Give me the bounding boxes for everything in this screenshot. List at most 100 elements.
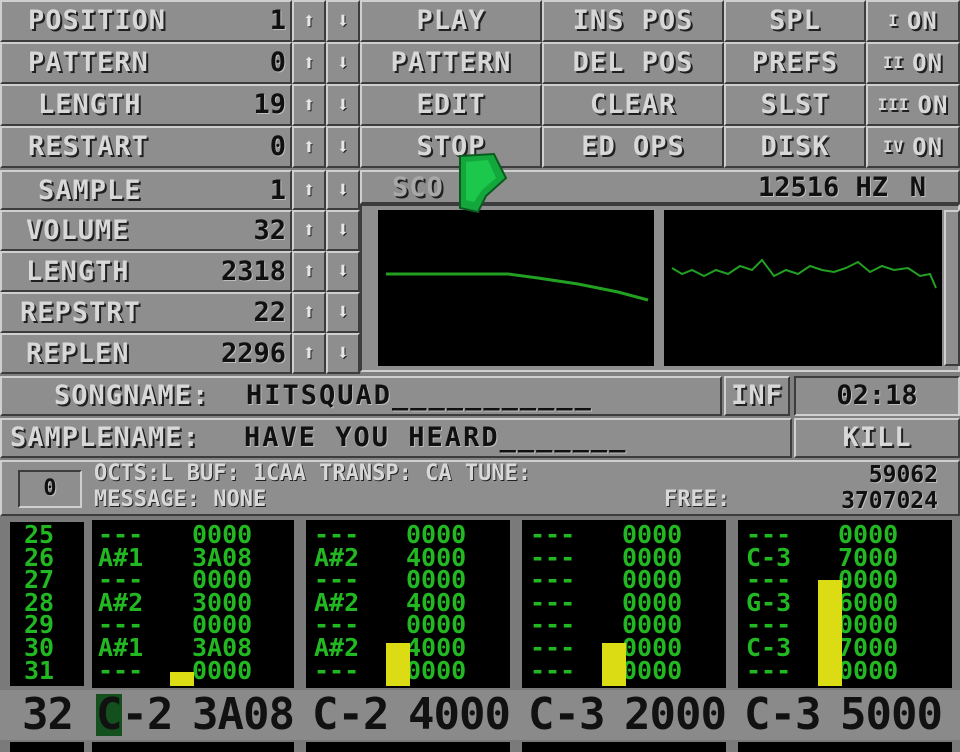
- ed-ops-button[interactable]: ED OPS: [542, 126, 724, 168]
- channel-1-toggle[interactable]: I ON: [866, 0, 960, 42]
- track-2-params: 0000 4000 0000 4000 0000 4000 0000: [406, 520, 467, 685]
- replen-row: REPLEN 2296: [0, 333, 292, 374]
- del-pos-button[interactable]: DEL POS: [542, 42, 724, 84]
- length-up-arrow-icon[interactable]: ⬆: [292, 84, 326, 126]
- status-area: 0 OCTS:L BUF: 1CAA TRANSP: CA TUNE: 5906…: [0, 460, 960, 516]
- repstrt-down-arrow-icon[interactable]: ⬇: [326, 292, 360, 333]
- spl-button[interactable]: SPL: [724, 0, 866, 42]
- sample-length-label: LENGTH: [26, 256, 130, 287]
- samplename-field[interactable]: SAMPLENAME: HAVE YOU HEARD_______: [0, 418, 792, 458]
- row-numbers-column: 25 26 27 28 29 30 31: [10, 522, 84, 686]
- track-1-current-param[interactable]: 3A08: [192, 690, 295, 740]
- position-row: POSITION 1: [0, 0, 292, 42]
- next-row-strip-1: [92, 742, 294, 752]
- next-row-strip-0: [10, 742, 84, 752]
- sample-length-row: LENGTH 2318: [0, 251, 292, 292]
- track-4[interactable]: --- C-3 --- G-3 --- C-3 --- 0000 7000 00…: [738, 520, 952, 688]
- repstrt-row: REPSTRT 22: [0, 292, 292, 333]
- track-2-current-note[interactable]: C-2: [312, 690, 389, 740]
- track-1[interactable]: --- A#1 --- A#2 --- A#1 --- 0000 3A08 00…: [92, 520, 294, 688]
- current-row-number: 32: [22, 689, 74, 740]
- position-value: 1: [269, 5, 286, 36]
- sample-down-arrow-icon[interactable]: ⬇: [326, 170, 360, 210]
- clear-button[interactable]: CLEAR: [542, 84, 724, 126]
- track-4-current-param[interactable]: 5000: [840, 690, 943, 740]
- free-value: 3707024: [841, 488, 938, 514]
- position-down-arrow-icon[interactable]: ⬇: [326, 0, 360, 42]
- repstrt-label: REPSTRT: [20, 297, 141, 328]
- track-3[interactable]: --- --- --- --- --- --- --- 0000 0000 00…: [522, 520, 726, 688]
- free-label: FREE:: [664, 487, 731, 512]
- sample-up-arrow-icon[interactable]: ⬆: [292, 170, 326, 210]
- track-2[interactable]: --- A#2 --- A#2 --- A#2 --- 0000 4000 00…: [306, 520, 510, 688]
- samplename-label: SAMPLENAME:: [10, 422, 200, 453]
- channel-4-toggle[interactable]: IV ON: [866, 126, 960, 168]
- play-time: 02:18: [794, 376, 960, 416]
- pattern-row: PATTERN 0: [0, 42, 292, 84]
- volume-down-arrow-icon[interactable]: ⬇: [326, 210, 360, 251]
- songname-label: SONGNAME:: [54, 380, 210, 411]
- slst-button[interactable]: SLST: [724, 84, 866, 126]
- channel-2-state: ON: [912, 49, 944, 77]
- scope-label: SCO: [392, 172, 444, 203]
- channel-4-state: ON: [912, 133, 944, 161]
- volume-row: VOLUME 32: [0, 210, 292, 251]
- track-2-notes: --- A#2 --- A#2 --- A#2 ---: [314, 520, 360, 685]
- volume-up-arrow-icon[interactable]: ⬆: [292, 210, 326, 251]
- length-down-arrow-icon[interactable]: ⬇: [326, 84, 360, 126]
- message-text: MESSAGE: NONE: [94, 487, 267, 512]
- disk-button[interactable]: DISK: [724, 126, 866, 168]
- kill-button[interactable]: KILL: [794, 418, 960, 458]
- track-3-current-param[interactable]: 2000: [624, 690, 727, 740]
- repstrt-value: 22: [253, 297, 286, 328]
- mouse-pointer-icon: [459, 152, 508, 214]
- length-value: 19: [253, 89, 286, 120]
- track-1-current-note[interactable]: C-2: [96, 690, 173, 740]
- channel-2-number: II: [882, 53, 905, 72]
- status-line-1-text: OCTS:L BUF: 1CAA TRANSP: CA TUNE:: [94, 461, 532, 486]
- channel-2-toggle[interactable]: II ON: [866, 42, 960, 84]
- scope-right-waveform: [671, 258, 937, 289]
- songname-field[interactable]: SONGNAME: HITSQUAD___________: [0, 376, 722, 416]
- next-row-strip-2: [306, 742, 510, 752]
- track-4-current-note[interactable]: C-3: [744, 690, 821, 740]
- sample-value: 1: [269, 175, 286, 206]
- songname-value: HITSQUAD___________: [246, 380, 593, 411]
- play-button[interactable]: PLAY: [360, 0, 542, 42]
- stop-button[interactable]: STOP: [360, 126, 542, 168]
- pattern-button[interactable]: PATTERN: [360, 42, 542, 84]
- track-1-vu-meter: [170, 672, 194, 686]
- song-panel: POSITION 1 ⬆ ⬇ PATTERN 0 ⬆ ⬇ LENGTH 19 ⬆…: [0, 0, 360, 168]
- inf-button[interactable]: INF: [724, 376, 790, 416]
- sample-length-up-arrow-icon[interactable]: ⬆: [292, 251, 326, 292]
- channel-4-number: IV: [882, 137, 905, 156]
- track-1-notes: --- A#1 --- A#2 --- A#1 ---: [98, 520, 144, 685]
- restart-down-arrow-icon[interactable]: ⬇: [326, 126, 360, 168]
- scope-status-bar: SCO 12516 HZ N: [360, 170, 960, 204]
- pattern-up-arrow-icon[interactable]: ⬆: [292, 42, 326, 84]
- edit-button[interactable]: EDIT: [360, 84, 542, 126]
- ins-pos-button[interactable]: INS POS: [542, 0, 724, 42]
- track-3-current-note[interactable]: C-3: [528, 690, 605, 740]
- sample-length-value: 2318: [220, 256, 286, 287]
- sample-length-down-arrow-icon[interactable]: ⬇: [326, 251, 360, 292]
- channel-1-number: I: [888, 11, 899, 30]
- volume-value: 32: [253, 215, 286, 246]
- current-row-bar: 32 C-2 3A08 C-2 4000 C-3 2000 C-3 5000: [0, 690, 960, 740]
- status-line-1: OCTS:L BUF: 1CAA TRANSP: CA TUNE:: [94, 460, 531, 488]
- next-row-strip-4: [738, 742, 952, 752]
- restart-up-arrow-icon[interactable]: ⬆: [292, 126, 326, 168]
- pattern-down-arrow-icon[interactable]: ⬇: [326, 42, 360, 84]
- replen-label: REPLEN: [26, 338, 130, 369]
- length-row: LENGTH 19: [0, 84, 292, 126]
- position-up-arrow-icon[interactable]: ⬆: [292, 0, 326, 42]
- sample-label: SAMPLE: [38, 175, 142, 206]
- replen-up-arrow-icon[interactable]: ⬆: [292, 333, 326, 374]
- scope-channel-left: [378, 210, 654, 366]
- scope-channel-right: [664, 210, 942, 366]
- repstrt-up-arrow-icon[interactable]: ⬆: [292, 292, 326, 333]
- track-2-current-param[interactable]: 4000: [408, 690, 511, 740]
- channel-3-toggle[interactable]: III ON: [866, 84, 960, 126]
- prefs-button[interactable]: PREFS: [724, 42, 866, 84]
- replen-down-arrow-icon[interactable]: ⬇: [326, 333, 360, 374]
